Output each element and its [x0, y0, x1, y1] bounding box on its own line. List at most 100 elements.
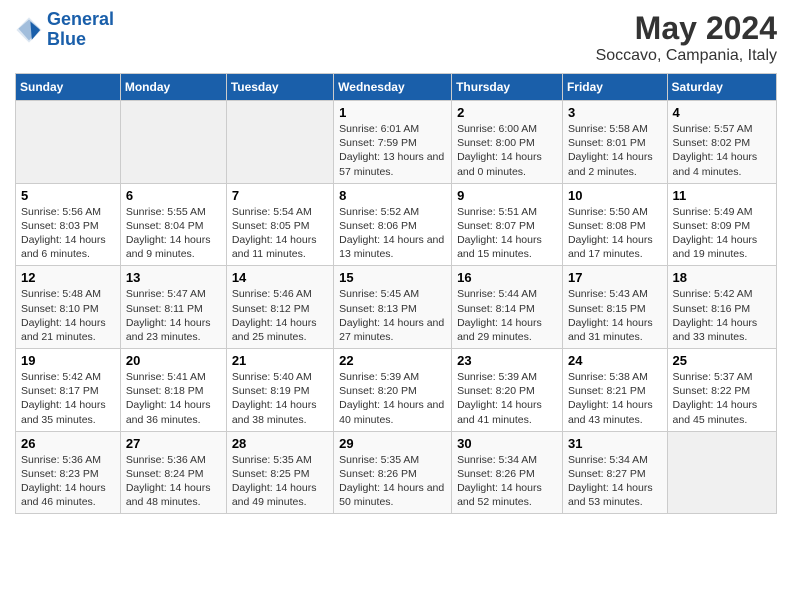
calendar-cell: 30 Sunrise: 5:34 AM Sunset: 8:26 PM Dayli… [452, 431, 563, 514]
date-number: 7 [232, 188, 328, 203]
date-number: 14 [232, 270, 328, 285]
calendar-subtitle: Soccavo, Campania, Italy [596, 47, 777, 65]
header-day: Tuesday [226, 74, 333, 101]
date-number: 5 [21, 188, 115, 203]
cell-info: Sunrise: 5:37 AM Sunset: 8:22 PM Dayligh… [673, 370, 771, 427]
header-day: Wednesday [334, 74, 452, 101]
calendar-cell: 26 Sunrise: 5:36 AM Sunset: 8:23 PM Dayli… [16, 431, 121, 514]
calendar-cell: 3 Sunrise: 5:58 AM Sunset: 8:01 PM Daylig… [562, 101, 667, 184]
date-number: 17 [568, 270, 662, 285]
logo: General Blue [15, 10, 114, 50]
calendar-week: 19 Sunrise: 5:42 AM Sunset: 8:17 PM Dayli… [16, 349, 777, 432]
calendar-cell: 9 Sunrise: 5:51 AM Sunset: 8:07 PM Daylig… [452, 183, 563, 266]
date-number: 25 [673, 353, 771, 368]
cell-info: Sunrise: 5:34 AM Sunset: 8:26 PM Dayligh… [457, 453, 557, 510]
cell-info: Sunrise: 5:39 AM Sunset: 8:20 PM Dayligh… [457, 370, 557, 427]
cell-info: Sunrise: 5:48 AM Sunset: 8:10 PM Dayligh… [21, 287, 115, 344]
calendar-cell: 2Sunrise: 6:00 AM Sunset: 8:00 PM Daylig… [452, 101, 563, 184]
cell-info: Sunrise: 5:45 AM Sunset: 8:13 PM Dayligh… [339, 287, 446, 344]
cell-info: Sunrise: 5:41 AM Sunset: 8:18 PM Dayligh… [126, 370, 221, 427]
cell-info: Sunrise: 5:49 AM Sunset: 8:09 PM Dayligh… [673, 205, 771, 262]
calendar-cell: 5 Sunrise: 5:56 AM Sunset: 8:03 PM Daylig… [16, 183, 121, 266]
header-day: Monday [120, 74, 226, 101]
date-number: 8 [339, 188, 446, 203]
header-row: SundayMondayTuesdayWednesdayThursdayFrid… [16, 74, 777, 101]
date-number: 9 [457, 188, 557, 203]
calendar-title: May 2024 [596, 10, 777, 47]
date-number: 10 [568, 188, 662, 203]
date-number: 4 [673, 105, 771, 120]
date-number: 6 [126, 188, 221, 203]
cell-info: Sunrise: 5:36 AM Sunset: 8:24 PM Dayligh… [126, 453, 221, 510]
cell-info: Sunrise: 5:42 AM Sunset: 8:17 PM Dayligh… [21, 370, 115, 427]
cell-info: Sunrise: 6:00 AM Sunset: 8:00 PM Dayligh… [457, 122, 557, 179]
date-number: 1 [339, 105, 446, 120]
calendar-cell [16, 101, 121, 184]
header-day: Thursday [452, 74, 563, 101]
date-number: 15 [339, 270, 446, 285]
page-header: General Blue May 2024 Soccavo, Campania,… [15, 10, 777, 65]
cell-info: Sunrise: 5:46 AM Sunset: 8:12 PM Dayligh… [232, 287, 328, 344]
date-number: 12 [21, 270, 115, 285]
date-number: 29 [339, 436, 446, 451]
title-area: May 2024 Soccavo, Campania, Italy [596, 10, 777, 65]
calendar-cell: 6 Sunrise: 5:55 AM Sunset: 8:04 PM Daylig… [120, 183, 226, 266]
cell-info: Sunrise: 5:52 AM Sunset: 8:06 PM Dayligh… [339, 205, 446, 262]
date-number: 22 [339, 353, 446, 368]
calendar-cell: 17 Sunrise: 5:43 AM Sunset: 8:15 PM Dayli… [562, 266, 667, 349]
logo-text: General Blue [47, 10, 114, 50]
cell-info: Sunrise: 5:44 AM Sunset: 8:14 PM Dayligh… [457, 287, 557, 344]
calendar-cell: 20 Sunrise: 5:41 AM Sunset: 8:18 PM Dayli… [120, 349, 226, 432]
calendar-cell [120, 101, 226, 184]
date-number: 3 [568, 105, 662, 120]
cell-info: Sunrise: 5:51 AM Sunset: 8:07 PM Dayligh… [457, 205, 557, 262]
calendar-week: 12 Sunrise: 5:48 AM Sunset: 8:10 PM Dayli… [16, 266, 777, 349]
cell-info: Sunrise: 5:39 AM Sunset: 8:20 PM Dayligh… [339, 370, 446, 427]
calendar-cell: 1Sunrise: 6:01 AM Sunset: 7:59 PM Daylig… [334, 101, 452, 184]
cell-info: Sunrise: 5:55 AM Sunset: 8:04 PM Dayligh… [126, 205, 221, 262]
calendar-cell: 19 Sunrise: 5:42 AM Sunset: 8:17 PM Dayli… [16, 349, 121, 432]
cell-info: Sunrise: 5:36 AM Sunset: 8:23 PM Dayligh… [21, 453, 115, 510]
cell-info: Sunrise: 5:35 AM Sunset: 8:25 PM Dayligh… [232, 453, 328, 510]
date-number: 30 [457, 436, 557, 451]
calendar-cell [667, 431, 776, 514]
calendar-cell: 11 Sunrise: 5:49 AM Sunset: 8:09 PM Dayli… [667, 183, 776, 266]
date-number: 24 [568, 353, 662, 368]
date-number: 16 [457, 270, 557, 285]
cell-info: Sunrise: 5:38 AM Sunset: 8:21 PM Dayligh… [568, 370, 662, 427]
cell-info: Sunrise: 5:57 AM Sunset: 8:02 PM Dayligh… [673, 122, 771, 179]
date-number: 26 [21, 436, 115, 451]
calendar-cell: 29 Sunrise: 5:35 AM Sunset: 8:26 PM Dayli… [334, 431, 452, 514]
calendar-cell: 15 Sunrise: 5:45 AM Sunset: 8:13 PM Dayli… [334, 266, 452, 349]
cell-info: Sunrise: 5:58 AM Sunset: 8:01 PM Dayligh… [568, 122, 662, 179]
cell-info: Sunrise: 5:50 AM Sunset: 8:08 PM Dayligh… [568, 205, 662, 262]
calendar-cell: 12 Sunrise: 5:48 AM Sunset: 8:10 PM Dayli… [16, 266, 121, 349]
calendar-cell: 8 Sunrise: 5:52 AM Sunset: 8:06 PM Daylig… [334, 183, 452, 266]
calendar-cell: 13Sunrise: 5:47 AM Sunset: 8:11 PM Dayli… [120, 266, 226, 349]
date-number: 18 [673, 270, 771, 285]
calendar-cell: 22 Sunrise: 5:39 AM Sunset: 8:20 PM Dayli… [334, 349, 452, 432]
date-number: 21 [232, 353, 328, 368]
logo-icon [15, 16, 43, 44]
calendar-header: SundayMondayTuesdayWednesdayThursdayFrid… [16, 74, 777, 101]
calendar-cell: 31 Sunrise: 5:34 AM Sunset: 8:27 PM Dayli… [562, 431, 667, 514]
calendar-body: 1Sunrise: 6:01 AM Sunset: 7:59 PM Daylig… [16, 101, 777, 514]
calendar-cell: 21Sunrise: 5:40 AM Sunset: 8:19 PM Dayli… [226, 349, 333, 432]
header-day: Friday [562, 74, 667, 101]
calendar-cell: 27Sunrise: 5:36 AM Sunset: 8:24 PM Dayli… [120, 431, 226, 514]
date-number: 20 [126, 353, 221, 368]
header-day: Sunday [16, 74, 121, 101]
calendar-cell: 10 Sunrise: 5:50 AM Sunset: 8:08 PM Dayli… [562, 183, 667, 266]
cell-info: Sunrise: 5:54 AM Sunset: 8:05 PM Dayligh… [232, 205, 328, 262]
date-number: 31 [568, 436, 662, 451]
date-number: 19 [21, 353, 115, 368]
calendar-cell: 14 Sunrise: 5:46 AM Sunset: 8:12 PM Dayli… [226, 266, 333, 349]
cell-info: Sunrise: 5:43 AM Sunset: 8:15 PM Dayligh… [568, 287, 662, 344]
calendar-cell: 28Sunrise: 5:35 AM Sunset: 8:25 PM Dayli… [226, 431, 333, 514]
cell-info: Sunrise: 5:56 AM Sunset: 8:03 PM Dayligh… [21, 205, 115, 262]
cell-info: Sunrise: 5:34 AM Sunset: 8:27 PM Dayligh… [568, 453, 662, 510]
calendar-table: SundayMondayTuesdayWednesdayThursdayFrid… [15, 73, 777, 514]
date-number: 11 [673, 188, 771, 203]
cell-info: Sunrise: 5:35 AM Sunset: 8:26 PM Dayligh… [339, 453, 446, 510]
calendar-cell: 24 Sunrise: 5:38 AM Sunset: 8:21 PM Dayli… [562, 349, 667, 432]
